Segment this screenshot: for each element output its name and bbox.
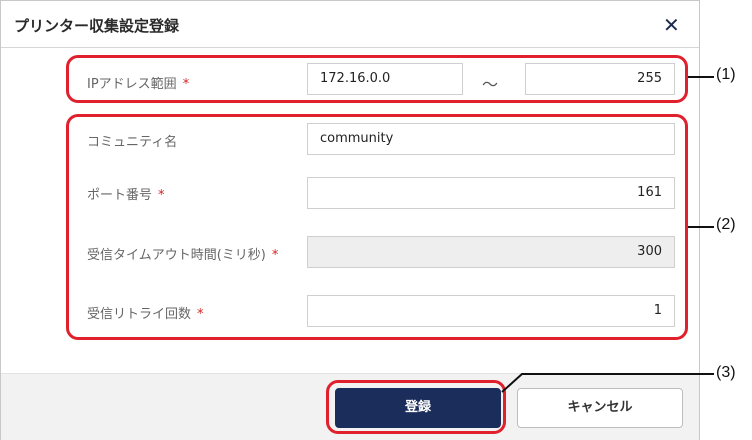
timeout-label: 受信タイムアウト時間(ミリ秒) * xyxy=(87,248,279,263)
dialog-title: プリンター収集設定登録 xyxy=(14,17,180,35)
leader-line-2 xyxy=(688,226,714,228)
callout-1: (1) xyxy=(716,66,736,83)
community-label: コミュニティ名 xyxy=(87,135,178,150)
required-mark: * xyxy=(271,248,279,263)
title-divider xyxy=(1,47,699,48)
required-mark: * xyxy=(197,307,204,322)
required-mark: * xyxy=(158,188,165,203)
ip-end-input[interactable]: 255 xyxy=(525,63,675,95)
callout-2: (2) xyxy=(716,216,736,233)
port-label: ポート番号 * xyxy=(87,188,165,203)
community-input[interactable]: community xyxy=(307,123,675,155)
ip-range-label: IPアドレス範囲 * xyxy=(87,77,190,92)
required-mark: * xyxy=(182,77,190,92)
retry-label: 受信リトライ回数 * xyxy=(87,307,204,322)
ip-start-input[interactable]: 172.16.0.0 xyxy=(307,63,463,95)
leader-line-3 xyxy=(501,373,714,393)
range-separator: ～ xyxy=(482,75,499,94)
leader-line-1 xyxy=(688,76,714,78)
port-input[interactable]: 161 xyxy=(307,177,675,209)
timeout-input: 300 xyxy=(307,236,675,268)
retry-input[interactable]: 1 xyxy=(307,295,675,327)
close-icon[interactable]: ✕ xyxy=(663,15,680,35)
register-button[interactable]: 登録 xyxy=(335,388,501,428)
callout-3: (3) xyxy=(716,364,736,381)
